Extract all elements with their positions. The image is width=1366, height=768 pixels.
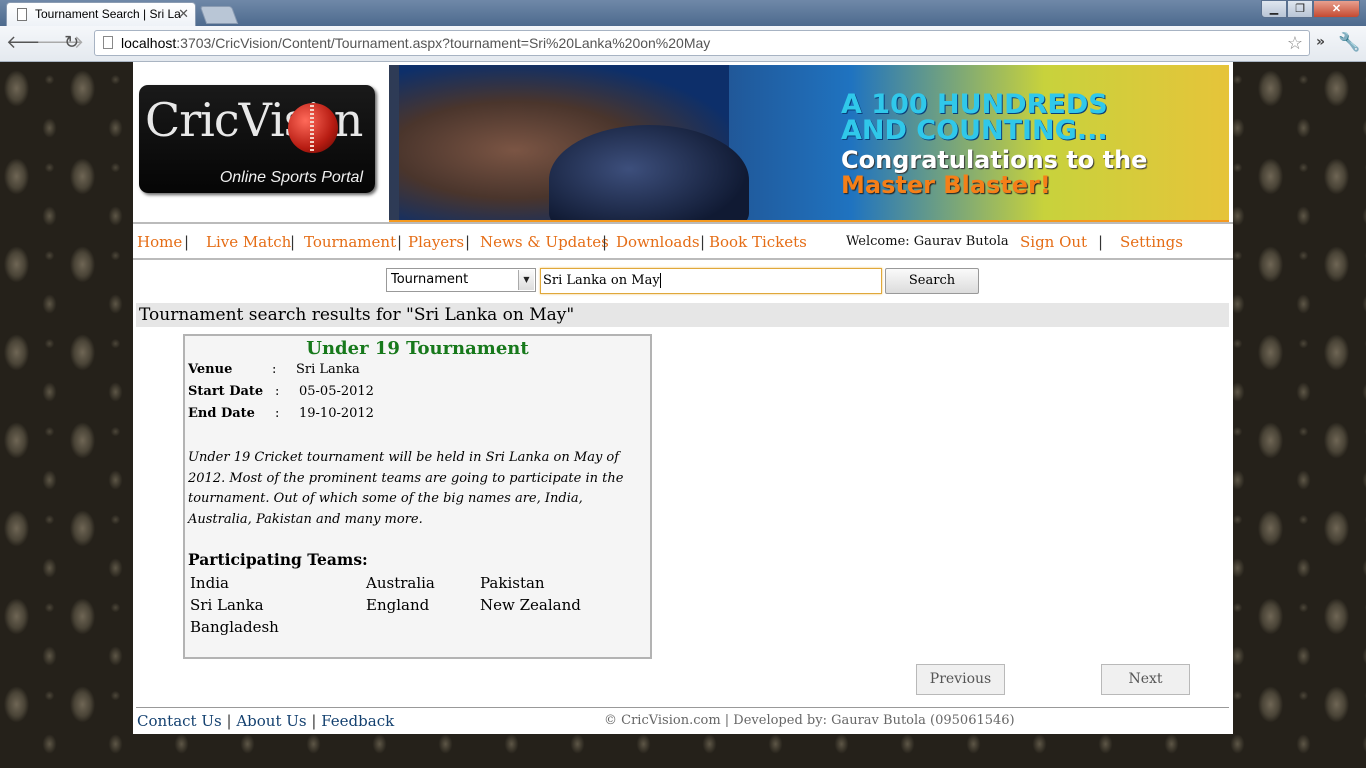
cricvision-logo[interactable]: CricVisi n Online Sports Portal: [139, 85, 375, 193]
start-date-label: Start Date: [188, 384, 264, 399]
chevron-right-icon[interactable]: »: [1316, 34, 1325, 50]
banner-line-1: A 100 HUNDREDS: [841, 89, 1108, 120]
venue-colon: :: [272, 362, 277, 377]
next-button[interactable]: Next: [1101, 664, 1190, 695]
team-item: Pakistan: [480, 574, 545, 592]
logo-subtitle: Online Sports Portal: [219, 169, 363, 186]
nav-separator: |: [290, 233, 296, 251]
team-item: Bangladesh: [190, 618, 279, 636]
nav-players[interactable]: Players: [408, 233, 464, 251]
participating-teams-heading: Participating Teams:: [188, 550, 368, 569]
close-window-button[interactable]: ✕: [1313, 0, 1360, 18]
wrench-icon[interactable]: 🔧: [1338, 32, 1360, 53]
url-host: localhost: [121, 35, 177, 51]
search-category-value: Tournament: [391, 272, 469, 287]
nav-book-tickets[interactable]: Book Tickets: [709, 233, 807, 251]
copyright-text: © CricVision.com | Developed by: Gaurav …: [604, 713, 1015, 728]
tournament-title[interactable]: Under 19 Tournament: [185, 338, 650, 359]
nav-separator: |: [397, 233, 403, 251]
tab-title: Tournament Search | Sri La: [35, 7, 181, 21]
browser-title-bar: Tournament Search | Sri La ✕ ▁ ❐ ✕: [0, 0, 1366, 26]
new-tab-button[interactable]: [199, 6, 239, 24]
contact-us-link[interactable]: Contact Us: [137, 712, 222, 730]
minimize-button[interactable]: ▁: [1261, 0, 1287, 18]
tournament-result-card: Under 19 Tournament Venue : Sri Lanka St…: [183, 334, 652, 659]
nav-separator: |: [602, 233, 608, 251]
document-icon: [103, 36, 113, 49]
nav-separator: |: [465, 233, 471, 251]
star-icon[interactable]: ☆: [1287, 31, 1303, 55]
browser-tab[interactable]: Tournament Search | Sri La ✕: [6, 2, 196, 26]
search-button[interactable]: Search: [885, 268, 979, 294]
team-item: Australia: [366, 574, 435, 592]
venue-label: Venue: [188, 362, 233, 377]
about-us-link[interactable]: About Us: [236, 712, 306, 730]
previous-button[interactable]: Previous: [916, 664, 1005, 695]
end-date-label: End Date: [188, 406, 255, 421]
site-container: CricVisi n Online Sports Portal A 100 HU…: [133, 62, 1233, 734]
url-path: :3703/CricVision/Content/Tournament.aspx…: [176, 35, 711, 51]
nav-separator: |: [184, 233, 190, 251]
search-input-value: Sri Lanka on May: [543, 273, 660, 288]
cricket-ball-icon: [288, 103, 338, 153]
start-date-colon: :: [275, 384, 280, 399]
footer-divider: [136, 707, 1229, 708]
search-input[interactable]: Sri Lanka on May​: [540, 268, 882, 294]
nav-tournament[interactable]: Tournament: [304, 233, 396, 251]
reload-icon[interactable]: ↻: [64, 32, 79, 54]
banner-line-4: Master Blaster!: [841, 171, 1051, 199]
nav-home[interactable]: Home: [137, 233, 182, 251]
chevron-down-icon[interactable]: ▼: [518, 270, 534, 290]
team-item: New Zealand: [480, 596, 581, 614]
tab-close-icon[interactable]: ✕: [178, 6, 189, 22]
results-heading: Tournament search results for "Sri Lanka…: [136, 303, 1229, 327]
tournament-description: Under 19 Cricket tournament will be held…: [188, 450, 624, 527]
main-navigation: Home | Live Match | Tournament | Players…: [133, 222, 1233, 260]
footer-links: Contact Us | About Us | Feedback: [137, 712, 394, 730]
start-date-value: 05-05-2012: [299, 384, 374, 399]
settings-link[interactable]: Settings: [1120, 233, 1183, 251]
end-date-value: 19-10-2012: [299, 406, 374, 421]
banner-line-3: Congratulations to the: [841, 146, 1148, 174]
nav-separator: |: [1098, 233, 1104, 251]
address-bar[interactable]: localhost:3703/CricVision/Content/Tourna…: [94, 30, 1310, 56]
team-item: Sri Lanka: [190, 596, 264, 614]
banner-line-2: AND COUNTING...: [841, 115, 1108, 146]
venue-value: Sri Lanka: [296, 362, 360, 377]
welcome-text: Welcome: Gaurav Butola: [846, 234, 1009, 249]
team-item: India: [190, 574, 229, 592]
end-date-colon: :: [275, 406, 280, 421]
page-icon: [17, 8, 27, 21]
footer-separator: |: [226, 712, 232, 730]
maximize-button[interactable]: ❐: [1287, 0, 1313, 18]
banner-image: A 100 HUNDREDS AND COUNTING... Congratul…: [389, 65, 1229, 222]
search-category-select[interactable]: Tournament ▼: [386, 268, 536, 292]
team-item: England: [366, 596, 430, 614]
sign-out-link[interactable]: Sign Out: [1020, 233, 1087, 251]
browser-toolbar: 🡐 🡒 ↻ localhost:3703/CricVision/Content/…: [0, 26, 1366, 62]
footer-separator: |: [311, 712, 317, 730]
nav-separator: |: [700, 233, 706, 251]
nav-live-match[interactable]: Live Match: [206, 233, 291, 251]
text-cursor: ​: [659, 273, 661, 288]
nav-downloads[interactable]: Downloads: [616, 233, 700, 251]
nav-news-updates[interactable]: News & Updates: [480, 233, 609, 251]
feedback-link[interactable]: Feedback: [321, 712, 394, 730]
